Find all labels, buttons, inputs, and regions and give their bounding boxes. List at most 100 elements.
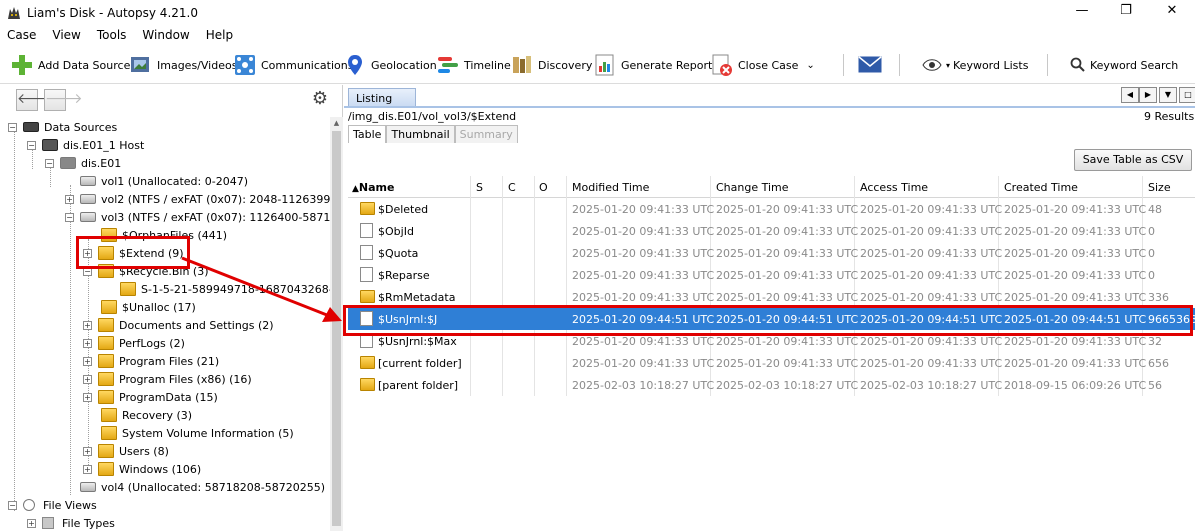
collapse-icon[interactable]: −: [65, 212, 74, 222]
tree-item-file-types[interactable]: + File Types: [27, 514, 115, 531]
column-header-name[interactable]: ▲Name: [352, 181, 394, 194]
expand-icon[interactable]: +: [83, 374, 92, 384]
menu-tools[interactable]: Tools: [89, 26, 135, 45]
close-case-button[interactable]: Close Case ⌄: [710, 51, 815, 79]
menu-view[interactable]: View: [44, 26, 88, 45]
collapse-icon[interactable]: −: [45, 158, 54, 168]
expand-icon[interactable]: +: [83, 464, 92, 474]
minimize-button[interactable]: —: [1062, 3, 1102, 23]
table-row[interactable]: $Reparse 2025-01-20 09:41:33 UTC 2025-01-2…: [348, 264, 1195, 286]
cell-mod: 2025-01-20 09:41:33 UTC: [572, 335, 715, 348]
expand-icon[interactable]: +: [83, 320, 92, 330]
tree-item-users[interactable]: + Users (8): [83, 442, 169, 460]
gear-icon[interactable]: ⚙: [309, 89, 331, 111]
scroll-thumb[interactable]: [332, 131, 341, 526]
save-table-csv-button[interactable]: Save Table as CSV: [1074, 149, 1192, 171]
tree-item-windows[interactable]: + Windows (106): [83, 460, 201, 478]
column-header-modified[interactable]: Modified Time: [572, 181, 649, 194]
discovery-label: Discovery: [538, 58, 593, 72]
generate-report-button[interactable]: Generate Report: [593, 51, 712, 79]
timeline-icon: [438, 57, 458, 73]
geolocation-button[interactable]: Geolocation: [343, 51, 437, 79]
cell-size: 0: [1148, 225, 1155, 238]
menu-help[interactable]: Help: [198, 26, 241, 45]
tree-item-vol3[interactable]: − vol3 (NTFS / exFAT (0x07): 1126400-587…: [65, 208, 333, 226]
tab-right-icon[interactable]: ▶: [1139, 87, 1157, 103]
expand-icon[interactable]: +: [83, 446, 92, 456]
tree-item-vol2[interactable]: + vol2 (NTFS / exFAT (0x07): 2048-112639…: [65, 190, 333, 208]
expand-icon[interactable]: +: [65, 194, 74, 204]
tree-item-recovery[interactable]: Recovery (3): [101, 406, 192, 424]
volume-icon: [80, 212, 96, 222]
column-header-s[interactable]: S: [476, 181, 483, 194]
tab-summary[interactable]: Summary: [454, 125, 518, 143]
maximize-button[interactable]: ❐: [1106, 3, 1146, 23]
toolbar-overflow-icon[interactable]: ⌄: [806, 60, 814, 71]
search-icon: [1070, 57, 1085, 72]
tab-listing[interactable]: Listing: [348, 88, 416, 107]
expand-icon[interactable]: +: [83, 356, 92, 366]
folder-icon: [98, 318, 114, 332]
menu-window[interactable]: Window: [134, 26, 197, 45]
table-row[interactable]: [current folder] 2025-01-20 09:41:33 UTC 2…: [348, 352, 1195, 374]
table-row[interactable]: $ObjId 2025-01-20 09:41:33 UTC 2025-01-20 …: [348, 220, 1195, 242]
tree-item-vol1[interactable]: vol1 (Unallocated: 0-2047): [80, 172, 248, 190]
disk-image-icon: [60, 157, 76, 169]
cell-acc: 2025-01-20 09:41:33 UTC: [860, 291, 1003, 304]
tree-item-image[interactable]: − dis.E01: [45, 154, 121, 172]
forward-arrow-icon[interactable]: 🡒: [44, 89, 83, 111]
tree-item-host[interactable]: − dis.E01_1 Host: [27, 136, 144, 154]
expand-icon[interactable]: +: [83, 338, 92, 348]
communications-label: Communications: [261, 58, 354, 72]
table-header: ▲Name S C O Modified Time Change Time Ac…: [348, 176, 1195, 198]
collapse-icon[interactable]: −: [27, 140, 36, 150]
images-videos-button[interactable]: Images/Videos: [129, 51, 237, 79]
tree-item-program-files-x86[interactable]: + Program Files (x86) (16): [83, 370, 252, 388]
column-header-o[interactable]: O: [539, 181, 548, 194]
cell-chg: 2025-01-20 09:41:33 UTC: [716, 357, 859, 370]
tab-dropdown-icon[interactable]: ▼: [1159, 87, 1177, 103]
menu-case[interactable]: Case: [0, 26, 44, 45]
tree-item-programdata[interactable]: + ProgramData (15): [83, 388, 218, 406]
column-header-created[interactable]: Created Time: [1004, 181, 1078, 194]
maximize-panel-icon[interactable]: □: [1179, 87, 1195, 103]
keyword-lists-button[interactable]: ▾ Keyword Lists: [922, 51, 1028, 79]
result-count: 9 Results: [1144, 110, 1195, 123]
timeline-button[interactable]: Timeline: [436, 51, 511, 79]
communications-button[interactable]: Communications: [233, 51, 353, 79]
table-row[interactable]: $Quota 2025-01-20 09:41:33 UTC 2025-01-20 …: [348, 242, 1195, 264]
tree-label: ProgramData (15): [119, 390, 218, 404]
column-header-access[interactable]: Access Time: [860, 181, 928, 194]
table-row[interactable]: $Deleted 2025-01-20 09:41:33 UTC 2025-01-2…: [348, 198, 1195, 220]
tab-thumbnail[interactable]: Thumbnail: [386, 125, 455, 143]
tree-item-data-sources[interactable]: − Data Sources: [8, 118, 117, 136]
email-icon[interactable]: [858, 56, 882, 73]
collapse-icon[interactable]: −: [8, 122, 17, 132]
tree-item-perflogs[interactable]: + PerfLogs (2): [83, 334, 185, 352]
expand-icon[interactable]: +: [83, 392, 92, 402]
discovery-button[interactable]: Discovery: [510, 51, 592, 79]
table-row[interactable]: [parent folder] 2025-02-03 10:18:27 UTC 20…: [348, 374, 1195, 396]
view-tabs: Table Thumbnail Summary: [348, 125, 518, 143]
cell-name: $Deleted: [378, 203, 429, 216]
add-data-source-label: Add Data Source: [38, 58, 131, 72]
expand-icon[interactable]: +: [27, 518, 36, 528]
add-data-source-button[interactable]: Add Data Source: [10, 51, 130, 79]
column-header-c[interactable]: C: [508, 181, 516, 194]
collapse-icon[interactable]: −: [8, 500, 17, 510]
back-arrow-icon[interactable]: 🡐: [16, 89, 55, 111]
tree-label: Users (8): [119, 444, 169, 458]
tree-item-vol4[interactable]: vol4 (Unallocated: 58718208-58720255): [80, 478, 325, 496]
tab-underline: [344, 106, 1195, 108]
column-header-change[interactable]: Change Time: [716, 181, 789, 194]
tree-item-program-files[interactable]: + Program Files (21): [83, 352, 219, 370]
scroll-up-icon[interactable]: ▲: [332, 119, 341, 129]
tab-table[interactable]: Table: [348, 125, 387, 143]
tree-item-file-views[interactable]: − File Views: [8, 496, 97, 514]
folder-icon: [101, 300, 117, 314]
tree-item-system-volume-information[interactable]: System Volume Information (5): [101, 424, 294, 442]
keyword-search-button[interactable]: Keyword Search: [1070, 51, 1178, 79]
column-header-size[interactable]: Size: [1148, 181, 1171, 194]
close-button[interactable]: ✕: [1152, 3, 1192, 23]
tab-left-icon[interactable]: ◀: [1121, 87, 1139, 103]
